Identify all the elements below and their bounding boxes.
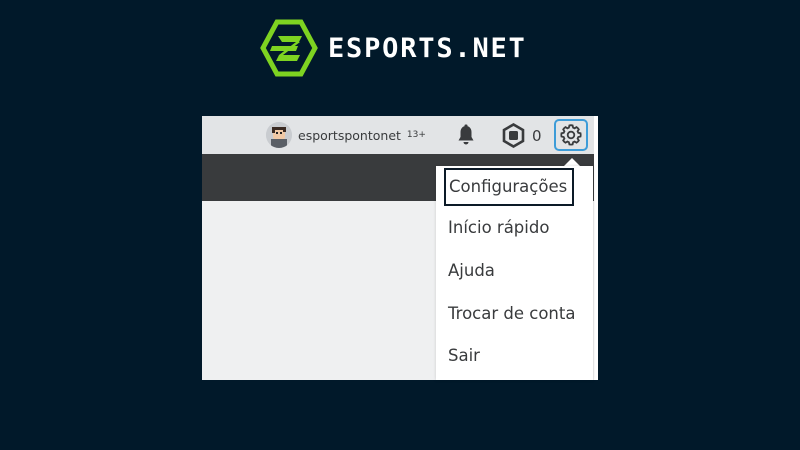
settings-dropdown-menu: Configurações Início rápido Ajuda Trocar… bbox=[436, 166, 593, 380]
robux-button[interactable]: 0 bbox=[501, 123, 542, 148]
menu-item-sair[interactable]: Sair bbox=[448, 341, 480, 371]
age-badge: 13+ bbox=[406, 130, 426, 140]
brand-header: ESPORTS.NET bbox=[260, 19, 527, 77]
esports-logo-icon bbox=[260, 19, 318, 77]
username: esportspontonet bbox=[298, 127, 401, 143]
menu-item-configuracoes[interactable]: Configurações bbox=[444, 168, 574, 206]
robux-icon bbox=[502, 123, 525, 148]
avatar bbox=[266, 122, 292, 148]
dropdown-caret bbox=[564, 158, 580, 166]
menu-item-trocar-de-conta[interactable]: Trocar de conta bbox=[448, 299, 575, 329]
top-navigation-bar: esportspontonet 13+ 0 bbox=[202, 116, 598, 154]
robux-count: 0 bbox=[532, 126, 542, 145]
notifications-button[interactable] bbox=[454, 123, 478, 151]
user-profile-link[interactable]: esportspontonet 13+ bbox=[266, 122, 426, 148]
menu-item-inicio-rapido[interactable]: Início rápido bbox=[448, 213, 549, 243]
panel-edge bbox=[594, 116, 598, 380]
gear-icon bbox=[560, 124, 582, 146]
settings-button[interactable] bbox=[554, 119, 588, 151]
menu-item-ajuda[interactable]: Ajuda bbox=[448, 256, 495, 286]
brand-name: ESPORTS.NET bbox=[328, 32, 527, 64]
bell-icon bbox=[458, 124, 474, 145]
